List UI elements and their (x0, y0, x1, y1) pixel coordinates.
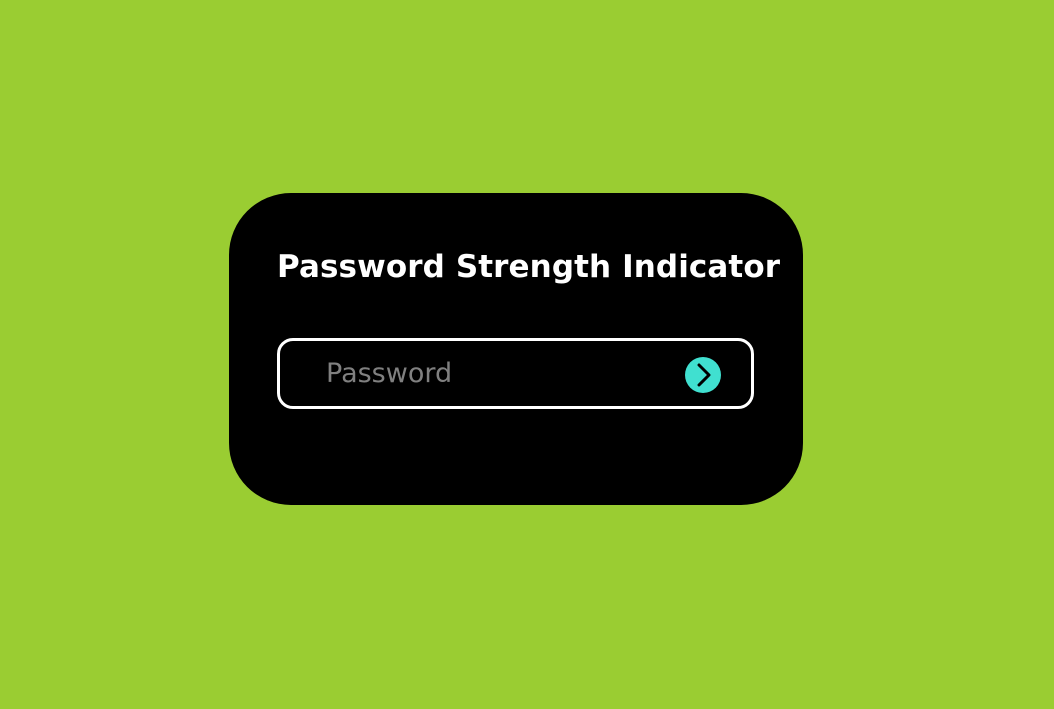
password-field-container (277, 338, 754, 409)
password-input[interactable] (326, 341, 666, 406)
chevron-right-icon (697, 363, 711, 387)
submit-button[interactable] (685, 357, 721, 393)
card-title: Password Strength Indicator (277, 249, 781, 285)
password-card: Password Strength Indicator (229, 193, 803, 505)
